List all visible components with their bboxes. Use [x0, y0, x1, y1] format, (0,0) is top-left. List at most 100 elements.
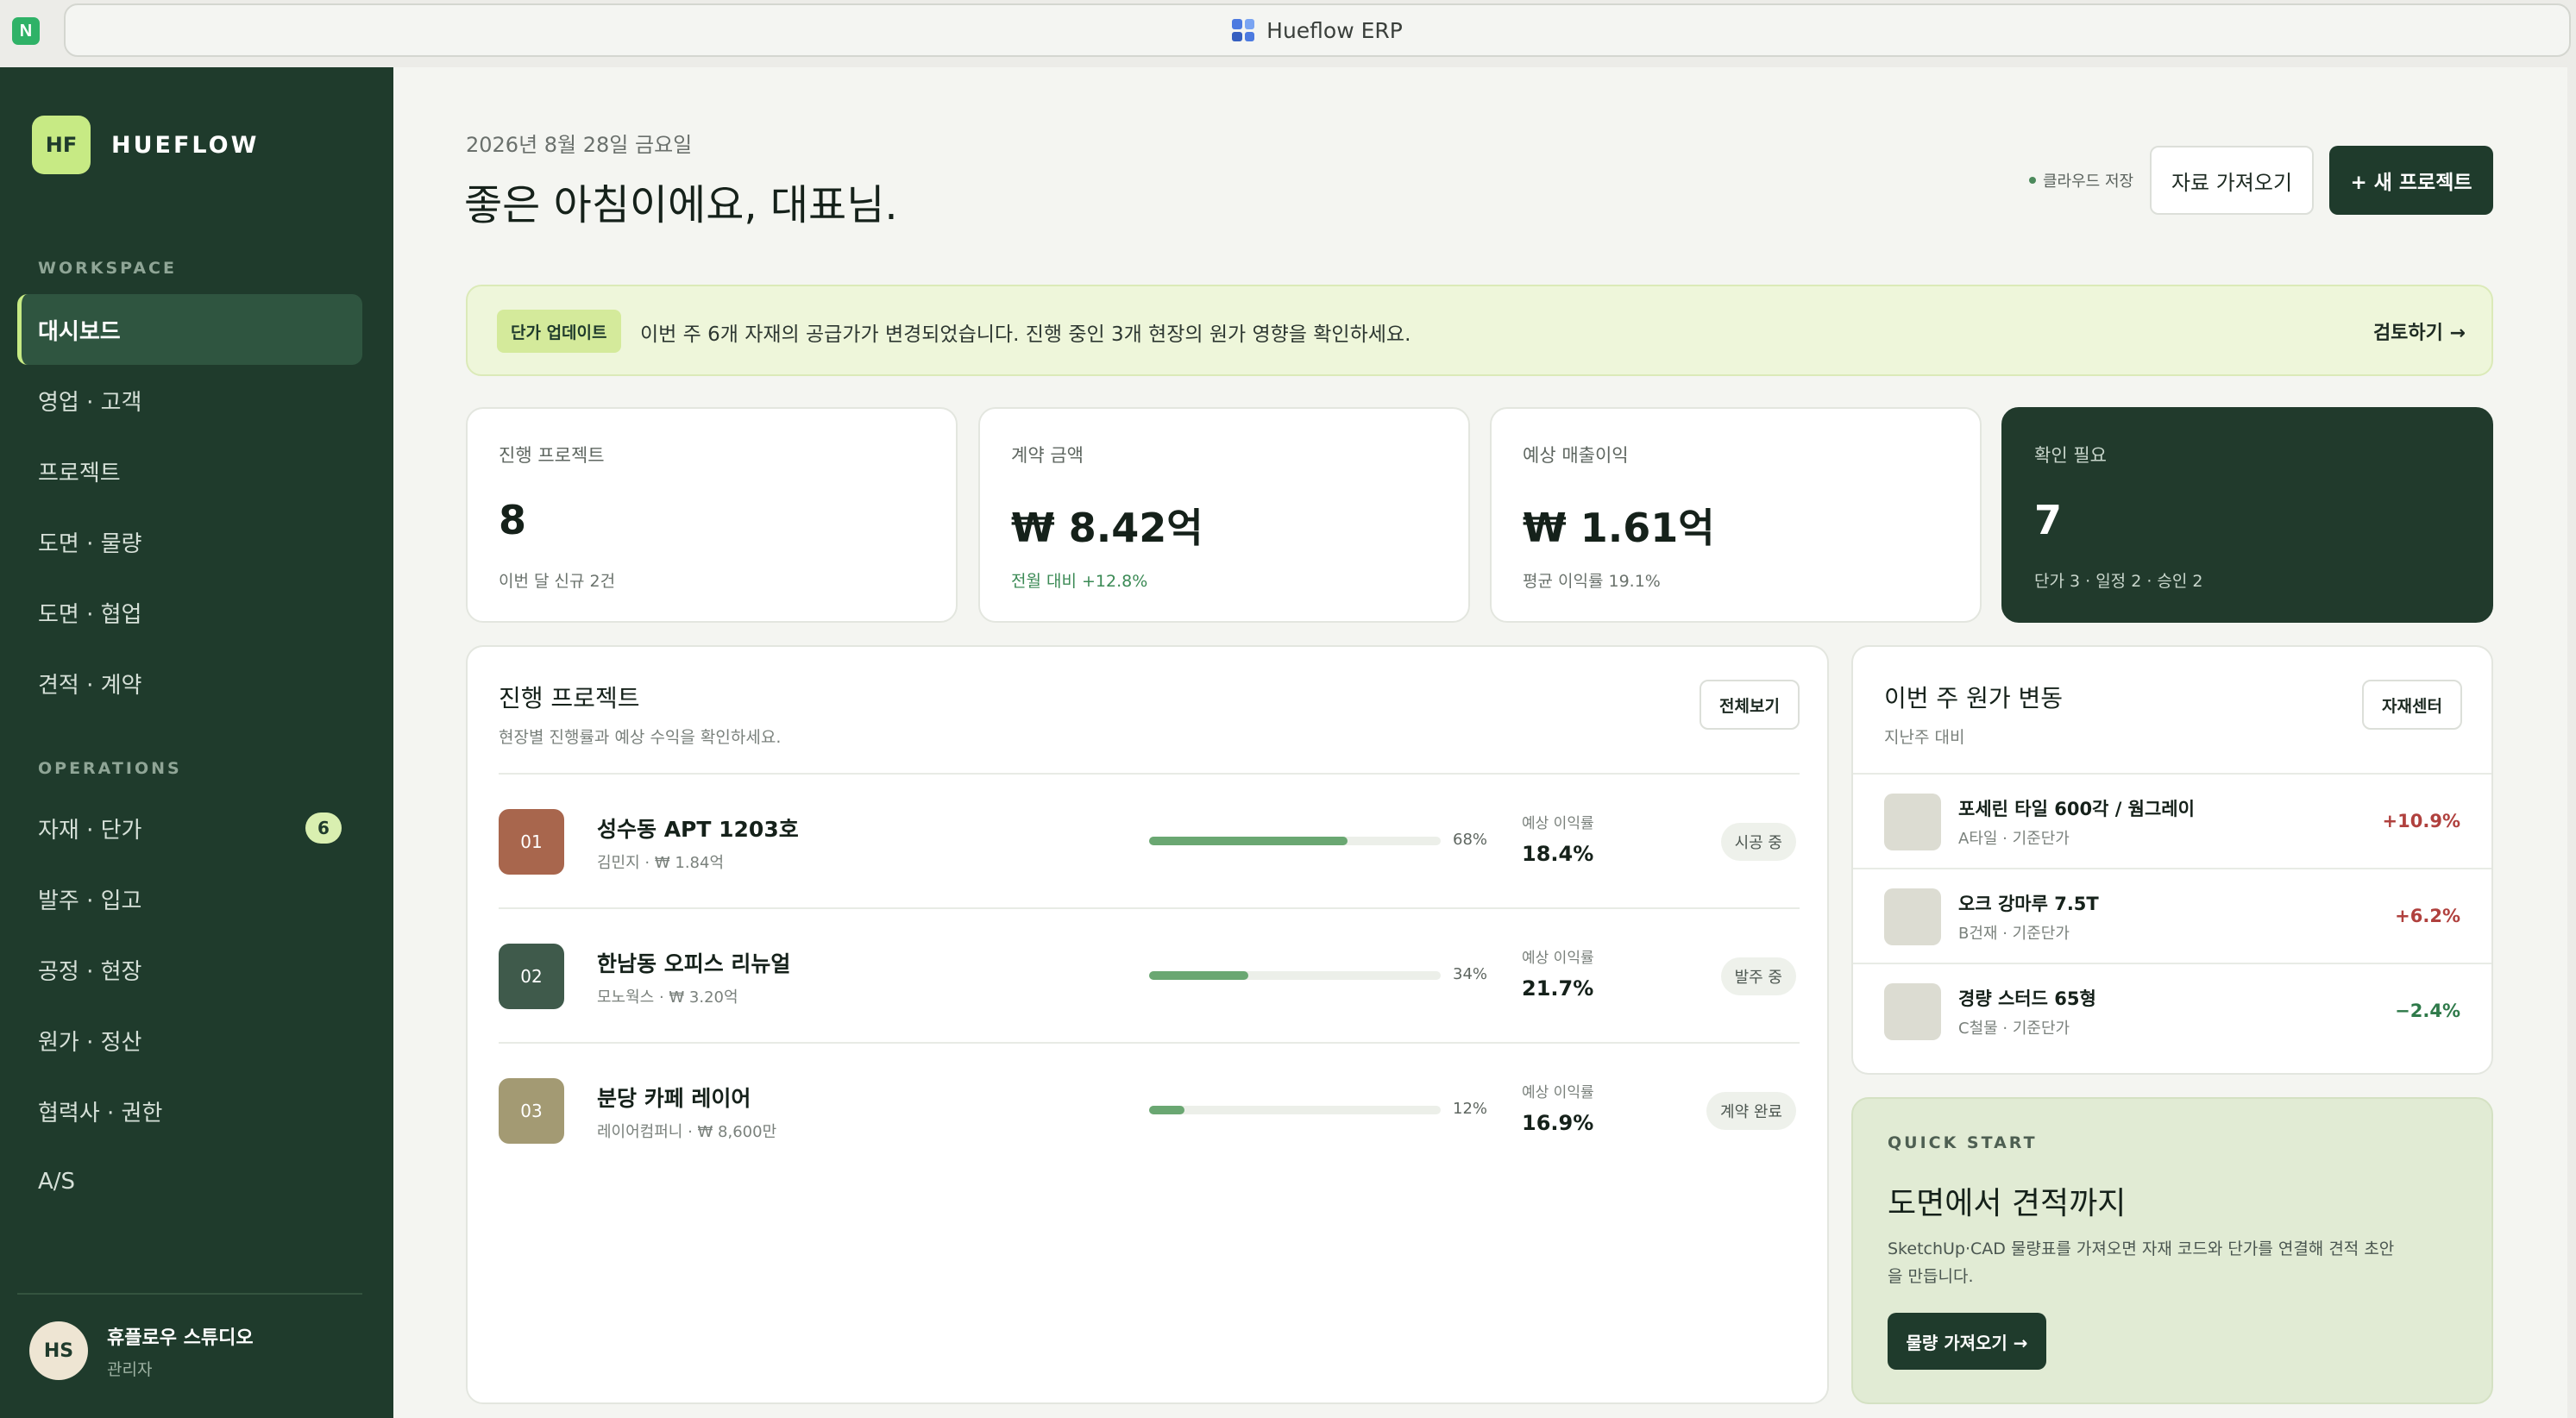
progress-percent: 68% — [1453, 831, 1488, 849]
sidebar-item-process-site[interactable]: 공정 · 현장 — [17, 934, 362, 1005]
window-edge — [2567, 60, 2576, 1418]
sidebar-item-label: 도면 · 협업 — [38, 601, 142, 628]
view-all-button[interactable]: 전체보기 — [1700, 680, 1800, 730]
avatar: HS — [29, 1321, 88, 1380]
margin-value: 21.7% — [1522, 976, 1594, 1001]
sidebar-item-label: 원가 · 정산 — [38, 1029, 142, 1056]
kpi-label: 예상 매출이익 — [1523, 445, 1629, 466]
sidebar-item-dashboard[interactable]: 대시보드 — [17, 294, 362, 365]
kpi-sub: 단가 3 · 일정 2 · 승인 2 — [2034, 572, 2203, 591]
project-meta: 레이어컴퍼니 · ₩ 8,600만 — [597, 1123, 777, 1141]
sidebar-item-as[interactable]: A/S — [17, 1146, 362, 1217]
status-badge: 계약 완료 — [1706, 1092, 1796, 1130]
margin-value: 18.4% — [1522, 842, 1594, 866]
projects-panel: 진행 프로젝트 현장별 진행률과 예상 수익을 확인하세요. 전체보기 01 성… — [466, 645, 1829, 1404]
margin-label: 예상 이익률 — [1522, 1084, 1594, 1101]
sidebar-item-orders-receiving[interactable]: 발주 · 입고 — [17, 863, 362, 934]
address-title: Hueflow ERP — [1266, 17, 1403, 43]
kpi-sub: 전월 대비 +12.8% — [1011, 572, 1148, 591]
price-change: +10.9% — [2382, 811, 2460, 831]
quick-start-eyebrow: QUICK START — [1888, 1133, 2038, 1152]
divider — [1853, 773, 2491, 775]
price-update-banner: 단가 업데이트 이번 주 6개 자재의 공급가가 변경되었습니다. 진행 중인 … — [466, 285, 2493, 376]
progress-fill — [1149, 971, 1248, 980]
material-name: 오크 강마루 7.5T — [1958, 894, 2099, 914]
brand-name: HUEFLOW — [111, 131, 260, 159]
material-thumbnail — [1884, 888, 1941, 945]
sidebar-item-label: 대시보드 — [38, 318, 121, 345]
kpi-card-expected-profit[interactable]: 예상 매출이익 ₩ 1.61억 평균 이익률 19.1% — [1490, 407, 1982, 623]
sidebar-divider — [17, 1293, 362, 1295]
kpi-value: ₩ 8.42억 — [1011, 505, 1203, 551]
price-change: +6.2% — [2395, 906, 2460, 926]
sidebar-item-label: 자재 · 단가 — [38, 817, 142, 844]
user-profile[interactable]: HS 휴플로우 스튜디오 관리자 — [29, 1321, 254, 1380]
sidebar-item-partners-permissions[interactable]: 협력사 · 권한 — [17, 1076, 362, 1146]
kpi-card-contract-amount[interactable]: 계약 금액 ₩ 8.42억 전월 대비 +12.8% — [978, 407, 1470, 623]
project-name: 성수동 APT 1203호 — [597, 817, 799, 842]
kpi-label: 확인 필요 — [2034, 445, 2107, 466]
kpi-sub: 이번 달 신규 2건 — [499, 572, 616, 591]
margin-label: 예상 이익률 — [1522, 815, 1594, 832]
material-name: 경량 스터드 65형 — [1958, 988, 2096, 1009]
sidebar-item-projects[interactable]: 프로젝트 — [17, 436, 362, 506]
progress-fill — [1149, 1106, 1184, 1114]
sidebar-item-estimates-contracts[interactable]: 견적 · 계약 — [17, 648, 362, 718]
material-name: 포세린 타일 600각 / 웜그레이 — [1958, 799, 2195, 819]
progress-percent: 34% — [1453, 965, 1488, 983]
app-icon[interactable]: N — [12, 17, 40, 45]
import-quantities-button[interactable]: 물량 가져오기 → — [1888, 1313, 2046, 1370]
import-data-button[interactable]: 자료 가져오기 — [2150, 146, 2314, 215]
sidebar: HF HUEFLOW WORKSPACE 대시보드 영업 · 고객 프로젝트 도… — [0, 67, 393, 1418]
divider — [499, 1042, 1800, 1044]
brand[interactable]: HF HUEFLOW — [32, 116, 259, 174]
sidebar-item-label: 견적 · 계약 — [38, 672, 142, 699]
margin-value: 16.9% — [1522, 1111, 1594, 1135]
progress-fill — [1149, 837, 1348, 845]
material-meta: C철물 · 기준단가 — [1958, 1020, 2070, 1038]
address-bar[interactable]: Hueflow ERP — [64, 3, 2571, 57]
panel-title: 이번 주 원가 변동 — [1884, 684, 2064, 712]
sidebar-item-label: 영업 · 고객 — [38, 389, 142, 416]
material-thumbnail — [1884, 983, 1941, 1040]
sidebar-item-sales-customers[interactable]: 영업 · 고객 — [17, 365, 362, 436]
sidebar-item-drawings-collab[interactable]: 도면 · 협업 — [17, 577, 362, 648]
divider — [1853, 868, 2491, 869]
divider — [1853, 963, 2491, 964]
panel-subtitle: 지난주 대비 — [1884, 728, 1965, 747]
kpi-card-active-projects[interactable]: 진행 프로젝트 8 이번 달 신규 2건 — [466, 407, 958, 623]
sidebar-item-label: 도면 · 물량 — [38, 530, 142, 557]
kpi-value: ₩ 1.61억 — [1523, 505, 1715, 551]
sidebar-item-materials-prices[interactable]: 자재 · 단가 6 — [17, 793, 362, 863]
sidebar-item-label: 프로젝트 — [38, 460, 121, 486]
price-change: −2.4% — [2395, 1001, 2460, 1021]
banner-message: 이번 주 6개 자재의 공급가가 변경되었습니다. 진행 중인 3개 현장의 원… — [640, 323, 1411, 346]
project-number: 02 — [499, 944, 564, 1009]
sidebar-item-label: 공정 · 현장 — [38, 958, 142, 985]
page-date: 2026년 8월 28일 금요일 — [466, 133, 693, 157]
review-link[interactable]: 검토하기 → — [2373, 317, 2466, 345]
kpi-card-needs-review[interactable]: 확인 필요 7 단가 3 · 일정 2 · 승인 2 — [2001, 407, 2493, 623]
new-project-button[interactable]: + 새 프로젝트 — [2329, 146, 2493, 215]
kpi-label: 진행 프로젝트 — [499, 445, 605, 466]
margin-label: 예상 이익률 — [1522, 950, 1594, 967]
project-meta: 모노웍스 · ₩ 3.20억 — [597, 988, 738, 1007]
progress-bar — [1149, 971, 1441, 980]
kpi-value: 8 — [499, 497, 527, 543]
sidebar-item-label: A/S — [38, 1169, 76, 1195]
sidebar-item-cost-settlement[interactable]: 원가 · 정산 — [17, 1005, 362, 1076]
nav-section-workspace: WORKSPACE — [38, 259, 177, 278]
panel-title: 진행 프로젝트 — [499, 684, 640, 712]
divider — [499, 773, 1800, 775]
count-badge: 6 — [305, 813, 342, 844]
sidebar-item-label: 발주 · 입고 — [38, 888, 142, 914]
page-title: 좋은 아침이에요, 대표님. — [464, 181, 898, 229]
cloud-status-label: 클라우드 저장 — [2043, 173, 2134, 191]
panel-subtitle: 현장별 진행률과 예상 수익을 확인하세요. — [499, 728, 782, 747]
sidebar-item-drawings-quantity[interactable]: 도면 · 물량 — [17, 506, 362, 577]
cost-changes-panel: 이번 주 원가 변동 지난주 대비 자재센터 포세린 타일 600각 / 웜그레… — [1851, 645, 2493, 1075]
materials-center-button[interactable]: 자재센터 — [2362, 680, 2462, 730]
divider — [499, 907, 1800, 909]
kpi-sub: 평균 이익률 19.1% — [1523, 572, 1661, 591]
status-badge: 발주 중 — [1720, 957, 1796, 995]
